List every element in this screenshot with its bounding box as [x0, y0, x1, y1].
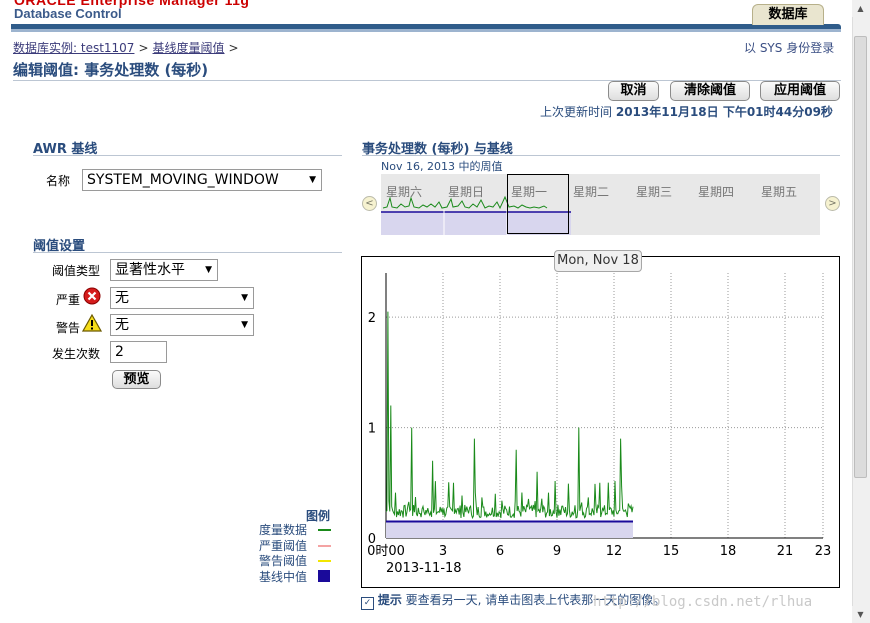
- y-tick-label: 2: [368, 311, 376, 326]
- threshold-type-value: 显著性水平: [115, 262, 185, 278]
- breadcrumb-db-instance[interactable]: 数据库实例: test1107: [13, 41, 134, 55]
- last-updated: 上次更新时间 2013年11月18日 下午01时44分09秒: [540, 103, 833, 120]
- day-label-fri[interactable]: 星期五: [761, 183, 797, 200]
- header-band-light: [11, 29, 841, 32]
- critical-icon: [83, 287, 101, 305]
- warning-label: 警告: [55, 321, 80, 335]
- breadcrumb-separator: >: [138, 41, 149, 55]
- baseline-name-label: 名称: [45, 174, 70, 188]
- x-tick-label: 23: [815, 544, 832, 559]
- day-label-wed[interactable]: 星期三: [636, 183, 672, 200]
- chevron-down-icon: ▼: [309, 175, 316, 185]
- awr-section-divider: [33, 155, 342, 156]
- scroll-up-arrow-icon[interactable]: ▲: [852, 0, 869, 17]
- day-label-tue[interactable]: 星期二: [573, 183, 609, 200]
- watermark-text: http://blog.csdn.net/rlhua: [593, 594, 813, 610]
- x-tick-label: 18: [720, 544, 737, 559]
- day-label-sun[interactable]: 星期日: [448, 183, 484, 200]
- previous-week-icon[interactable]: <: [362, 196, 377, 211]
- y-tick-label: 1: [368, 422, 376, 437]
- warning-icon: [82, 314, 102, 332]
- baseline-band: [386, 521, 633, 538]
- last-updated-label: 上次更新时间: [540, 105, 613, 119]
- legend-title: 图例: [306, 509, 331, 523]
- breadcrumb: 数据库实例: test1107 > 基线度量阈值 >: [13, 39, 243, 56]
- scroll-down-arrow-icon[interactable]: ▼: [852, 606, 869, 623]
- next-week-icon[interactable]: >: [825, 196, 840, 211]
- login-status: 以 SYS 身份登录: [744, 41, 835, 55]
- occurrences-input[interactable]: 2: [110, 341, 167, 363]
- preview-button[interactable]: 预览: [112, 370, 161, 389]
- chart-date-badge: Mon, Nov 18: [554, 250, 642, 272]
- chevron-down-icon: ▼: [241, 320, 248, 330]
- chevron-down-icon: ▼: [241, 293, 248, 303]
- metric-data-line: [385, 311, 634, 520]
- critical-threshold-select[interactable]: 无 ▼: [110, 287, 254, 309]
- scroll-thumb[interactable]: [854, 36, 867, 478]
- day-label-thu[interactable]: 星期四: [698, 183, 734, 200]
- legend-swatch-baseline: [318, 570, 330, 582]
- x-tick-label: 21: [777, 544, 794, 559]
- chevron-down-icon: ▼: [205, 265, 212, 275]
- threshold-type-label: 阈值类型: [51, 264, 100, 278]
- legend-item-warning: 警告阈值: [259, 554, 308, 568]
- overview-subtitle: Nov 16, 2013 中的周值: [381, 160, 503, 173]
- apply-threshold-button[interactable]: 应用阈值: [760, 81, 840, 101]
- occurrences-label: 发生次数: [51, 347, 100, 361]
- tab-database[interactable]: 数据库: [752, 4, 824, 25]
- tip-label: 提示: [377, 593, 402, 607]
- brand-subtitle: Database Control: [14, 6, 122, 21]
- x-tick-label: 3: [439, 544, 447, 559]
- page-title: 编辑阈值: 事务处理数 (每秒): [13, 61, 209, 79]
- legend-item-baseline: 基线中值: [259, 570, 308, 584]
- selected-day-frame: [507, 174, 569, 234]
- x-tick-label: 6: [496, 544, 504, 559]
- x-axis-date: 2013-11-18: [386, 561, 462, 576]
- x-tick-label: 15: [663, 544, 680, 559]
- clear-threshold-button[interactable]: 清除阈值: [670, 81, 750, 101]
- day-label-sat[interactable]: 星期六: [386, 183, 422, 200]
- last-updated-value: 2013年11月18日 下午01时44分09秒: [615, 105, 833, 119]
- y-tick-label: 0: [368, 532, 376, 547]
- breadcrumb-separator: >: [228, 41, 239, 55]
- legend-swatch-metric: [318, 529, 331, 531]
- cancel-button[interactable]: 取消: [608, 81, 659, 101]
- threshold-type-select[interactable]: 显著性水平 ▼: [110, 259, 218, 281]
- legend-swatch-critical: [318, 545, 331, 547]
- legend-item-metric: 度量数据: [259, 523, 308, 537]
- baseline-name-value: SYSTEM_MOVING_WINDOW: [87, 172, 279, 188]
- chart-section-divider: [362, 155, 840, 156]
- warning-threshold-value: 无: [115, 317, 129, 333]
- x-tick-label: 9: [553, 544, 561, 559]
- critical-threshold-value: 无: [115, 290, 129, 306]
- critical-label: 严重: [55, 293, 80, 307]
- breadcrumb-baseline-metric[interactable]: 基线度量阈值: [153, 41, 225, 55]
- day-chart: 0时00 3 6 9 12 15 18 21 230122013-11-18: [367, 273, 832, 576]
- legend-swatch-warning: [318, 560, 331, 562]
- baseline-name-select[interactable]: SYSTEM_MOVING_WINDOW ▼: [82, 169, 322, 191]
- tip-check-icon: ✓: [361, 597, 374, 610]
- warning-threshold-select[interactable]: 无 ▼: [110, 314, 254, 336]
- threshold-section-divider: [33, 252, 342, 253]
- x-tick-label: 12: [606, 544, 623, 559]
